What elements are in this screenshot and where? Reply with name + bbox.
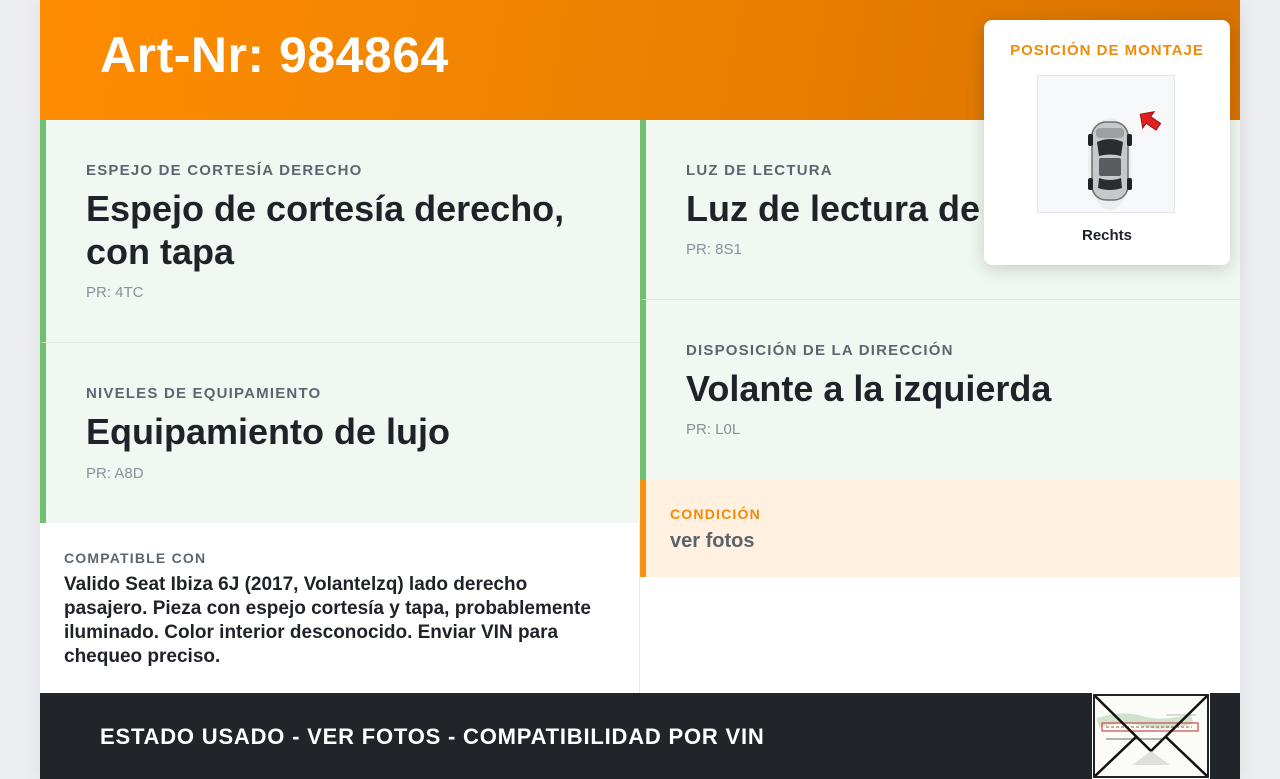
card-pr-code: PR: 8S1: [686, 241, 742, 258]
condition-label: CONDICIÓN: [670, 506, 761, 522]
compatibility-label: COMPATIBLE CON: [64, 550, 207, 566]
card-pr-code: PR: 4TC: [86, 284, 144, 301]
compatibility-section: COMPATIBLE CON Valido Seat Ibiza 6J (201…: [40, 523, 640, 693]
card-pr-code: PR: A8D: [86, 465, 144, 482]
article-number-title: Art-Nr: 984864: [100, 27, 449, 83]
card-label: ESPEJO DE CORTESÍA DERECHO: [86, 162, 363, 179]
card-value: Equipamiento de lujo: [86, 411, 451, 452]
card-vanity-mirror: ESPEJO DE CORTESÍA DERECHO Espejo de cor…: [40, 120, 640, 343]
footer-bar: ESTADO USADO - VER FOTOS - COMPATIBILIDA…: [40, 693, 1240, 779]
card-label: NIVELES DE EQUIPAMIENTO: [86, 385, 322, 402]
footer-text: ESTADO USADO - VER FOTOS - COMPATIBILIDA…: [100, 724, 765, 749]
card-equipment-level: NIVELES DE EQUIPAMIENTO Equipamiento de …: [40, 343, 640, 523]
car-top-view-icon: [1037, 75, 1175, 213]
card-value: Volante a la izquierda: [686, 368, 1052, 409]
document-envelope-icon: [1092, 693, 1210, 779]
condition-value: ver fotos: [670, 530, 755, 552]
mounting-position-title: POSICIÓN DE MONTAJE: [1010, 42, 1204, 59]
mounting-position-popup: POSICIÓN DE MONTAJE Rechts: [984, 20, 1230, 265]
condition-section: CONDICIÓN ver fotos: [640, 480, 1240, 577]
card-label: DISPOSICIÓN DE LA DIRECCIÓN: [686, 342, 954, 359]
compatibility-text: Valido Seat Ibiza 6J (2017, Volantelzq) …: [64, 574, 591, 667]
card-steering-layout: DISPOSICIÓN DE LA DIRECCIÓN Volante a la…: [640, 300, 1240, 480]
card-value: Espejo de cortesía derecho, con tapa: [86, 188, 565, 272]
card-pr-code: PR: L0L: [686, 421, 741, 438]
mounting-side-label: Rechts: [1081, 227, 1133, 244]
card-label: LUZ DE LECTURA: [686, 162, 833, 179]
